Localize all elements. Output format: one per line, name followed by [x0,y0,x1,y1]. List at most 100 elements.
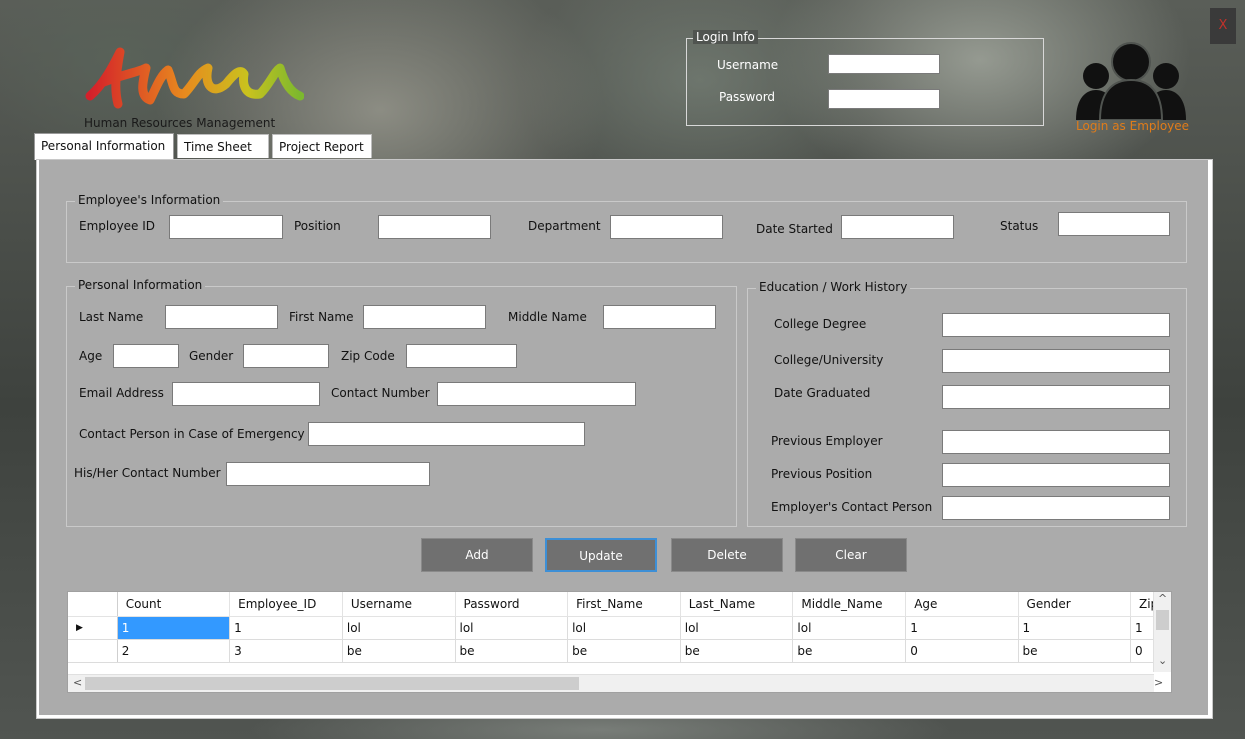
add-button[interactable]: Add [421,538,533,572]
previous-position-input[interactable] [942,463,1170,487]
table-cell[interactable]: 1 [905,616,1019,640]
password-input[interactable] [828,89,940,109]
password-label: Password [719,90,776,104]
previous-employer-label: Previous Employer [771,434,883,448]
employee-info-legend: Employee's Information [75,193,224,207]
horizontal-scroll-thumb[interactable] [85,677,579,690]
zip-code-label: Zip Code [341,349,395,363]
first-name-label: First Name [289,310,354,324]
tab-project-report[interactable]: Project Report [272,134,372,158]
table-cell[interactable]: lol [455,616,569,640]
table-row[interactable]: 2 3 be be be be be 0 be 0 [68,639,1171,663]
contact-number-input[interactable] [437,382,636,406]
username-label: Username [717,58,779,72]
clear-button[interactable]: Clear [795,538,907,572]
zip-code-input[interactable] [406,344,517,368]
emergency-number-label: His/Her Contact Number [74,466,221,480]
table-cell[interactable]: be [455,639,569,663]
scroll-left-arrow-icon[interactable]: < [73,676,82,689]
employee-data-grid[interactable]: Count Employee_ID Username Password Firs… [67,591,1172,693]
scroll-up-arrow-icon[interactable]: ^ [1158,592,1167,605]
current-row-indicator-icon[interactable]: ▶ [68,616,118,640]
date-started-input[interactable] [841,215,954,239]
login-as-employee-link[interactable]: Login as Employee [1076,119,1189,133]
column-header[interactable]: Age [905,592,1019,617]
age-input[interactable] [113,344,179,368]
column-header[interactable]: Gender [1018,592,1131,617]
scroll-down-arrow-icon[interactable]: ⌄ [1158,654,1167,667]
vertical-scroll-thumb[interactable] [1156,610,1169,630]
column-header[interactable]: Count [117,592,231,617]
employee-group-icon[interactable] [1074,40,1188,120]
table-cell[interactable]: be [792,639,907,663]
employer-contact-input[interactable] [942,496,1170,520]
table-cell[interactable]: 3 [229,639,343,663]
vertical-scrollbar[interactable]: ^ ⌄ [1153,592,1171,672]
emergency-contact-input[interactable] [308,422,585,446]
date-started-label: Date Started [756,222,833,236]
gender-input[interactable] [243,344,329,368]
table-cell[interactable]: lol [567,616,681,640]
login-info-legend: Login Info [693,30,758,44]
table-cell[interactable]: lol [792,616,907,640]
column-header[interactable]: First_Name [567,592,681,617]
age-label: Age [79,349,103,363]
college-label: College/University [774,353,884,367]
first-name-input[interactable] [363,305,486,329]
table-cell[interactable]: be [342,639,456,663]
column-header[interactable]: Employee_ID [229,592,343,617]
table-cell[interactable]: 2 [117,639,231,663]
hrm-logo [85,47,304,109]
previous-employer-input[interactable] [942,430,1170,454]
column-header[interactable]: Username [342,592,456,617]
column-header[interactable]: Last_Name [680,592,794,617]
department-input[interactable] [610,215,723,239]
table-cell[interactable]: be [680,639,794,663]
personal-info-legend: Personal Information [75,278,206,292]
column-header[interactable]: Middle_Name [792,592,907,617]
update-button[interactable]: Update [545,538,657,572]
close-button[interactable]: X [1210,8,1236,44]
tab-time-sheet[interactable]: Time Sheet [177,134,269,158]
status-input[interactable] [1058,212,1170,236]
table-cell[interactable]: be [1018,639,1131,663]
table-cell[interactable]: 0 [905,639,1019,663]
middle-name-label: Middle Name [508,310,587,324]
username-input[interactable] [828,54,940,74]
table-cell[interactable]: lol [342,616,456,640]
row-header-corner [68,592,118,617]
login-info-group: Login Info [686,30,1044,126]
scroll-right-arrow-icon[interactable]: > [1154,676,1163,689]
emergency-number-input[interactable] [226,462,430,486]
college-degree-input[interactable] [942,313,1170,337]
emergency-contact-label: Contact Person in Case of Emergency [79,427,305,441]
department-label: Department [528,219,601,233]
last-name-label: Last Name [79,310,144,324]
table-cell[interactable]: 1 [1018,616,1131,640]
column-header[interactable]: Password [455,592,569,617]
employer-contact-label: Employer's Contact Person [771,500,933,514]
table-cell[interactable]: 1 [117,616,231,640]
employee-table: Count Employee_ID Username Password Firs… [68,592,1171,663]
horizontal-scrollbar[interactable]: < > [68,674,1163,692]
employee-id-input[interactable] [169,215,283,239]
position-input[interactable] [378,215,491,239]
email-address-label: Email Address [79,386,164,400]
last-name-input[interactable] [165,305,278,329]
email-address-input[interactable] [172,382,320,406]
college-input[interactable] [942,349,1170,373]
app-subtitle: Human Resources Management [84,116,276,130]
table-cell[interactable]: be [567,639,681,663]
date-graduated-input[interactable] [942,385,1170,409]
date-graduated-label: Date Graduated [774,386,871,400]
employee-id-label: Employee ID [79,219,156,233]
tab-personal-information[interactable]: Personal Information [34,133,174,160]
table-cell[interactable]: lol [680,616,794,640]
gender-label: Gender [189,349,234,363]
delete-button[interactable]: Delete [671,538,783,572]
row-header[interactable] [68,639,118,663]
middle-name-input[interactable] [603,305,716,329]
table-cell[interactable]: 1 [229,616,343,640]
college-degree-label: College Degree [774,317,867,331]
table-row[interactable]: ▶ 1 1 lol lol lol lol lol 1 1 1 [68,616,1171,640]
